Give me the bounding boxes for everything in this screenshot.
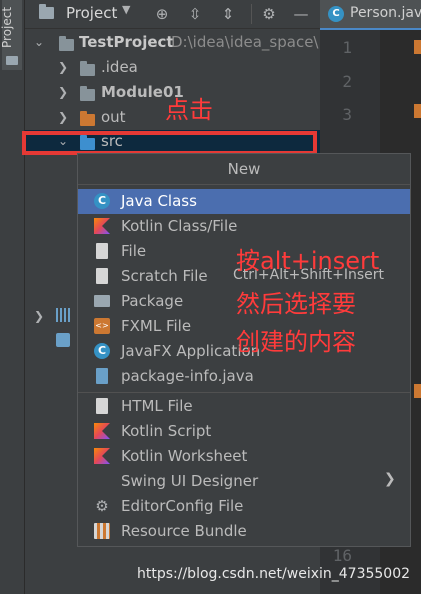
menu-item-label: File: [121, 242, 147, 260]
code-fragment: [414, 384, 421, 398]
project-toolbar: Project ▼ ⊕ ⇳ ⇕ ⚙ —: [25, 0, 325, 29]
tree-item-label: .idea: [101, 58, 138, 76]
menu-item-editorconfig-file[interactable]: ⚙ EditorConfig File: [78, 494, 410, 519]
javafx-app-icon: C: [94, 343, 110, 359]
menu-item-java-class[interactable]: C Java Class: [78, 189, 410, 214]
editorconfig-gear-icon: ⚙: [95, 497, 109, 515]
folder-icon: [80, 61, 95, 76]
menu-item-resource-bundle[interactable]: Resource Bundle: [78, 519, 410, 544]
package-info-icon: [96, 368, 108, 384]
project-view-title[interactable]: Project: [66, 4, 117, 22]
menu-item-label: HTML File: [121, 397, 193, 415]
resource-bundle-icon: [94, 523, 110, 539]
menu-item-label: Swing UI Designer: [121, 472, 259, 490]
menu-item-label: Kotlin Script: [121, 422, 212, 440]
line-number: 16: [332, 546, 352, 565]
tree-root-label: TestProject: [79, 33, 174, 51]
menu-item-label: Kotlin Class/File: [121, 217, 238, 235]
annotation-line-1: 按alt+insert: [236, 247, 380, 275]
package-icon: [94, 295, 110, 307]
menu-item-label: FXML File: [121, 317, 192, 335]
menu-item-swing-ui-designer[interactable]: Swing UI Designer ❯: [78, 469, 410, 494]
editor-tab-label: Person.java: [350, 5, 421, 21]
kotlin-script-icon: [94, 423, 110, 439]
fxml-file-icon: <>: [94, 318, 110, 334]
tree-item-idea[interactable]: ❯ .idea: [25, 55, 320, 80]
annotation-click: 点击: [165, 96, 213, 124]
chevron-right-icon[interactable]: ❯: [58, 85, 68, 99]
file-icon: [96, 243, 108, 259]
annotation-line-3: 创建的内容: [236, 328, 356, 356]
line-number: 3: [342, 105, 352, 124]
code-fragment: [414, 104, 421, 118]
menu-item-label: package-info.java: [121, 367, 254, 385]
menu-item-html-file[interactable]: HTML File: [78, 394, 410, 419]
chevron-right-icon: ❯: [384, 471, 396, 487]
menu-item-label: Java Class: [121, 192, 197, 210]
toolbar-divider: [251, 4, 252, 24]
line-number: 2: [342, 72, 352, 91]
watermark: https://blog.csdn.net/weixin_47355002: [137, 566, 411, 582]
tree-item-label: out: [101, 108, 126, 126]
chevron-right-icon[interactable]: ❯: [58, 60, 68, 74]
expand-all-icon[interactable]: ⇳: [185, 4, 205, 24]
menu-item-kotlin-worksheet[interactable]: Kotlin Worksheet: [78, 444, 410, 469]
tree-root-path: D:\idea\idea_space\: [171, 33, 319, 51]
project-tool-tab-label: Project: [0, 6, 14, 48]
module-folder-icon: [59, 36, 74, 51]
scratch-file-icon: [96, 268, 108, 284]
menu-item-label: Scratch File: [121, 267, 208, 285]
java-class-icon: C: [328, 6, 344, 22]
tree-root-row[interactable]: ⌄ TestProject D:\idea\idea_space\: [25, 30, 320, 55]
menu-item-kotlin-script[interactable]: Kotlin Script: [78, 419, 410, 444]
menu-item-package-info[interactable]: package-info.java: [78, 364, 410, 389]
scratches-icon: [56, 333, 70, 347]
module-folder-icon: [80, 86, 95, 101]
gear-icon[interactable]: ⚙: [259, 4, 279, 24]
external-libraries-icon: [56, 308, 72, 322]
project-folder-icon: [39, 4, 54, 19]
tool-window-strip: [0, 0, 25, 594]
menu-item-kotlin-class[interactable]: Kotlin Class/File: [78, 214, 410, 239]
menu-separator: [78, 392, 410, 393]
collapse-all-icon[interactable]: ⇕: [218, 4, 238, 24]
kotlin-class-icon: [94, 218, 110, 234]
menu-item-label: EditorConfig File: [121, 497, 244, 515]
editor-tab[interactable]: C Person.java: [320, 0, 421, 30]
code-fragment: [414, 40, 421, 54]
highlight-box: [22, 131, 317, 155]
minus-icon[interactable]: —: [291, 4, 311, 24]
annotation-line-2: 然后选择要: [236, 290, 356, 318]
chevron-down-icon[interactable]: ⌄: [34, 35, 44, 49]
html-file-icon: [96, 398, 108, 414]
menu-item-label: Resource Bundle: [121, 522, 247, 540]
folder-icon: [6, 56, 18, 65]
line-number: 1: [342, 38, 352, 57]
chevron-down-icon[interactable]: ▼: [122, 3, 130, 16]
java-class-icon: C: [94, 193, 110, 209]
target-icon[interactable]: ⊕: [152, 4, 172, 24]
kotlin-worksheet-icon: [94, 448, 110, 464]
excluded-folder-icon: [80, 111, 95, 126]
popup-title: New: [78, 154, 410, 185]
chevron-right-icon[interactable]: ❯: [58, 110, 68, 124]
chevron-right-icon[interactable]: ❯: [34, 309, 44, 323]
menu-item-label: Package: [121, 292, 184, 310]
menu-item-label: Kotlin Worksheet: [121, 447, 248, 465]
